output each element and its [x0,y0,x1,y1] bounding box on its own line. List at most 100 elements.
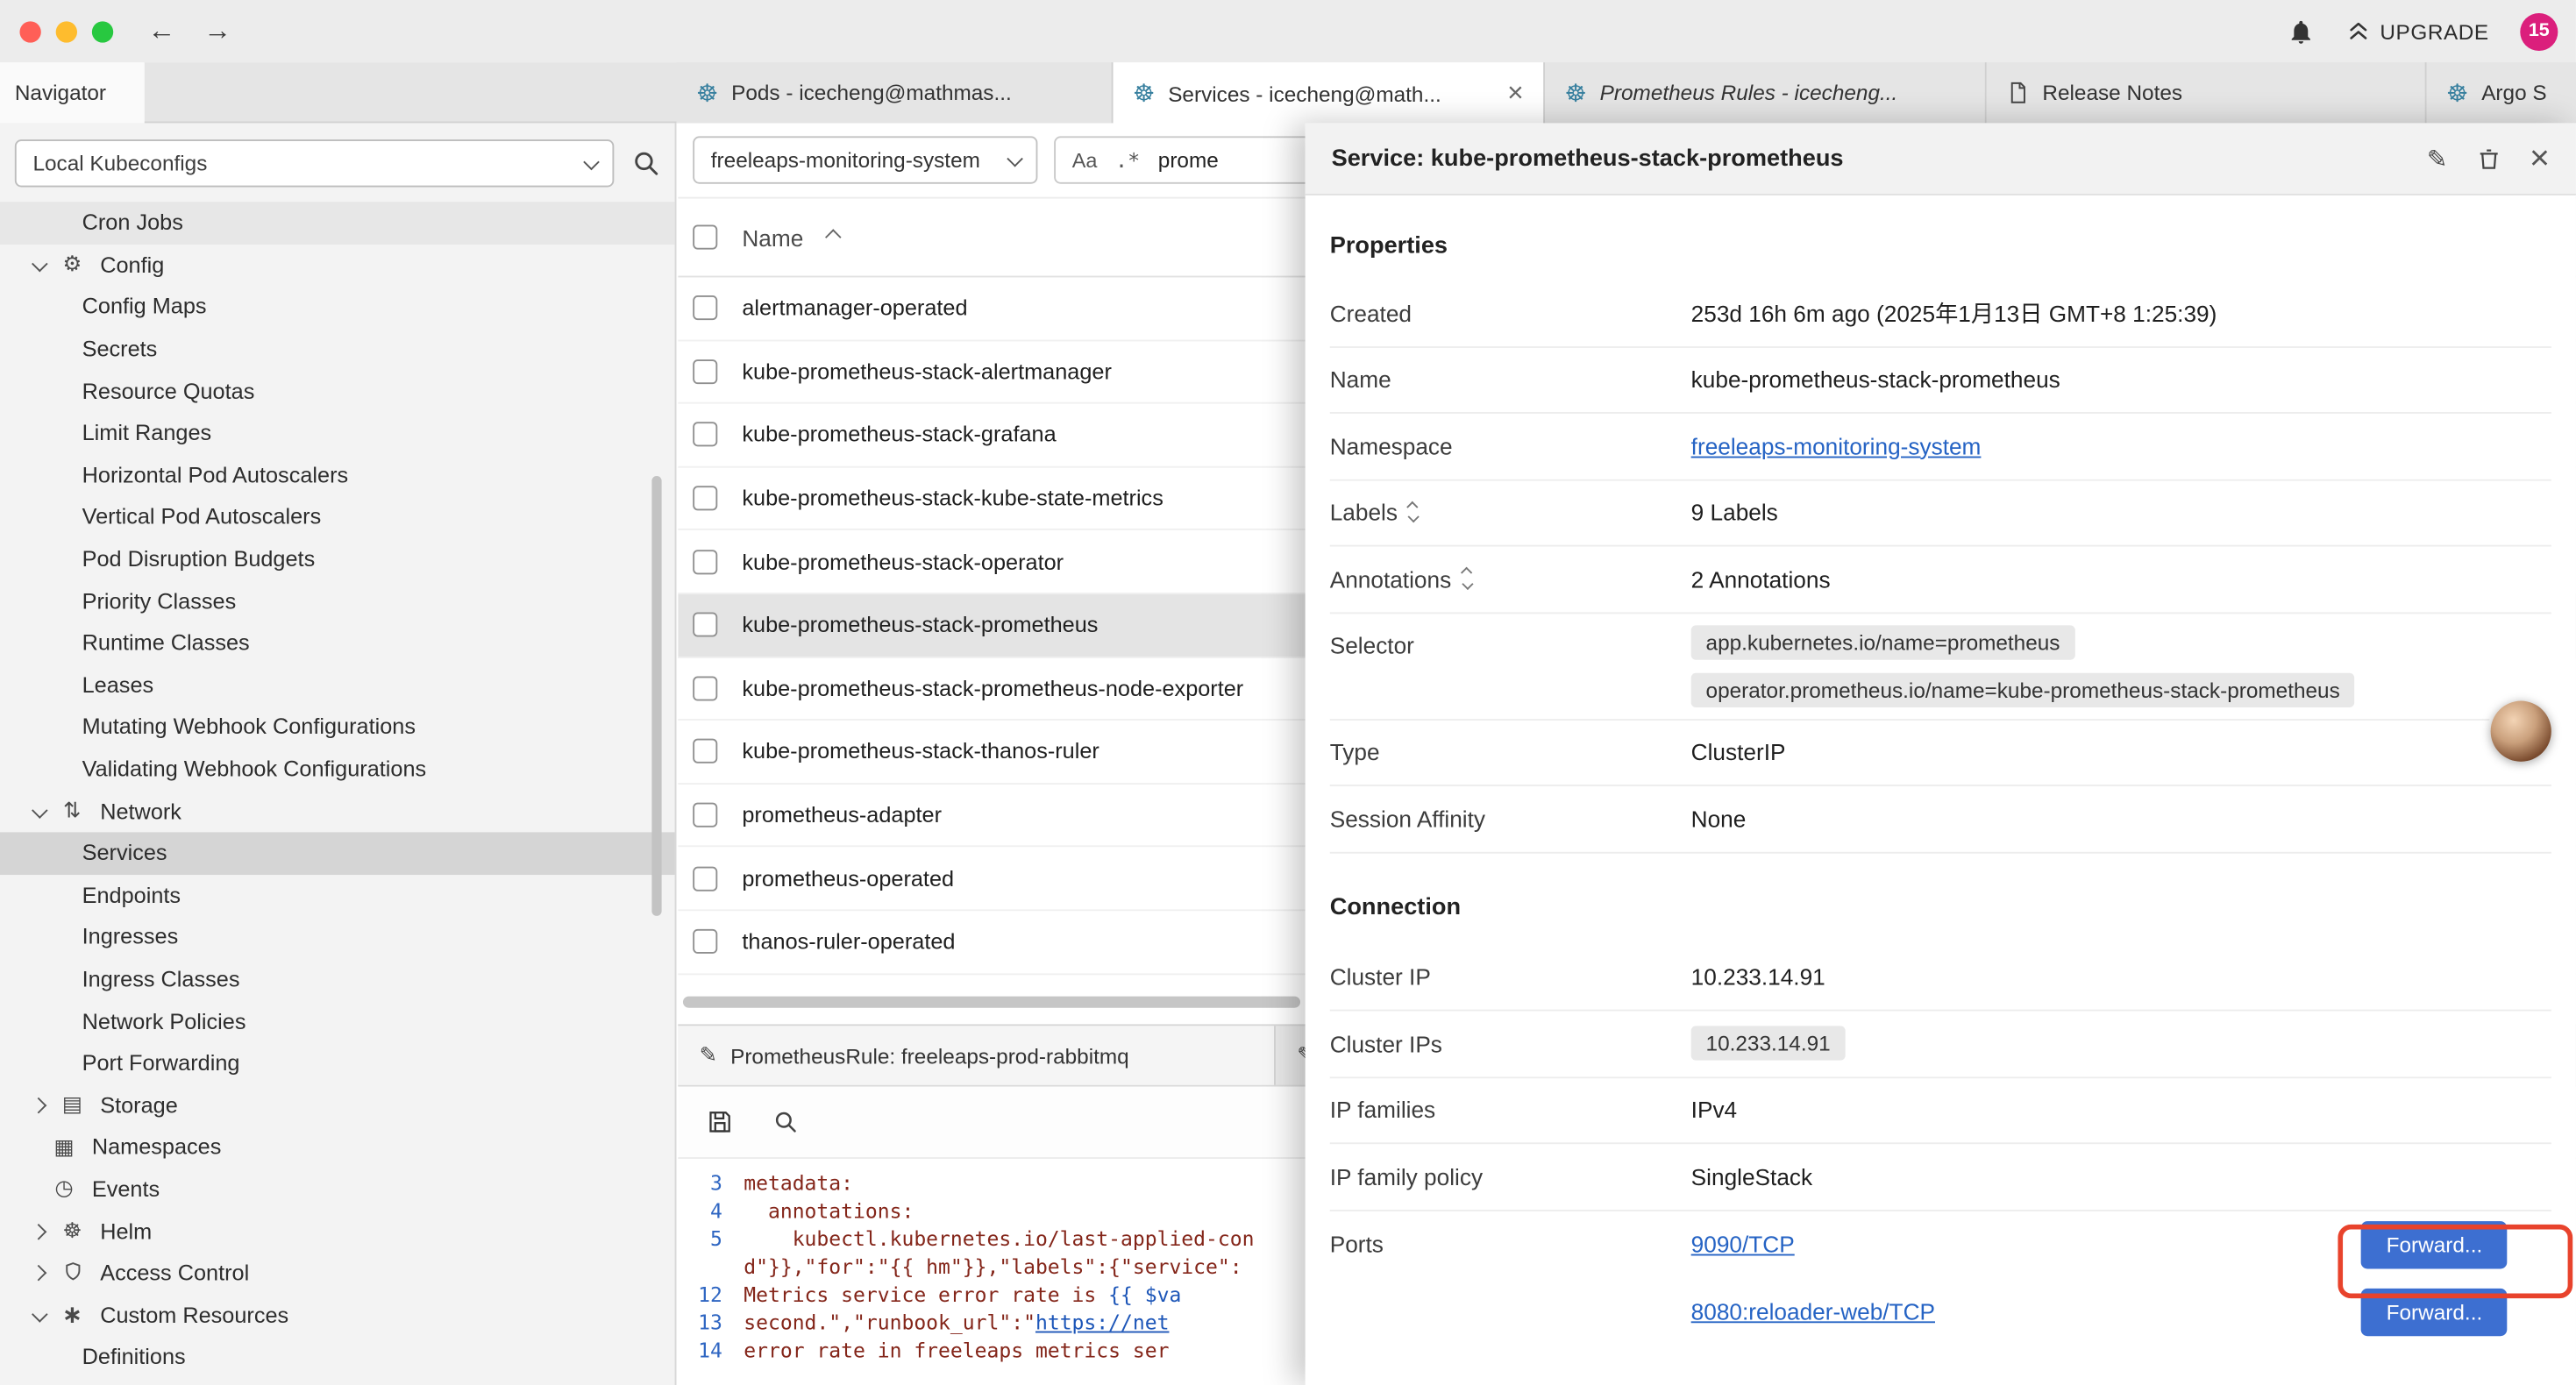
sidebar-item-horizontal-pod-autoscalers[interactable]: Horizontal Pod Autoscalers [0,454,675,496]
sidebar-item-label: Pod Disruption Budgets [82,547,316,572]
row-checkbox[interactable] [693,423,717,447]
line-number: 12 [678,1282,744,1310]
chevron-down-icon[interactable] [32,802,48,819]
row-checkbox[interactable] [693,676,717,700]
app-window: ← → UPGRADE 15 Navigator ☸ Pods - iceche… [0,0,2576,1385]
close-window-button[interactable] [19,20,40,41]
sidebar-item-config[interactable]: ⚙Config [0,244,675,286]
port-link[interactable]: 8080:reloader-web/TCP [1691,1298,1935,1325]
back-icon[interactable]: ← [148,15,176,47]
sidebar-item-namespaces[interactable]: ▦Namespaces [0,1126,675,1168]
close-drawer-icon[interactable]: × [2530,141,2550,175]
sidebar-item-network-policies[interactable]: Network Policies [0,1000,675,1042]
search-query: prome [1158,148,1219,173]
row-checkbox[interactable] [693,296,717,321]
line-number: 3 [678,1170,744,1198]
name-column-header[interactable]: Name [742,224,803,251]
detail-label: Namespace [1330,433,1691,459]
detail-label: Annotations [1330,566,1451,593]
detail-label: Ports [1330,1231,1691,1257]
row-checkbox[interactable] [693,550,717,574]
row-checkbox[interactable] [693,739,717,764]
detail-label: IP family policy [1330,1163,1691,1190]
navigator-panel-tab[interactable]: Navigator [0,62,145,123]
namespace-link[interactable]: freeleaps-monitoring-system [1691,433,1982,459]
sidebar-item-secrets[interactable]: Secrets [0,328,675,370]
horizontal-scrollbar[interactable] [683,997,1300,1008]
trash-icon[interactable] [2475,146,2501,172]
match-case-toggle[interactable]: Aa [1072,148,1098,171]
row-checkbox[interactable] [693,929,717,954]
chevron-right-icon[interactable] [31,1265,47,1282]
row-checkbox[interactable] [693,866,717,891]
expand-toggle-icon[interactable] [1462,570,1469,588]
expand-toggle-icon[interactable] [1409,503,1416,522]
namespace-selector[interactable]: freeleaps-monitoring-system [693,136,1037,183]
edit-pencil-icon[interactable]: ✎ [2427,144,2448,174]
notification-count-badge[interactable]: 15 [2520,12,2558,50]
zoom-window-button[interactable] [92,20,113,41]
sidebar-item-events[interactable]: ◷Events [0,1168,675,1211]
close-tab-icon[interactable]: × [1507,77,1524,110]
sidebar-item-resource-quotas[interactable]: Resource Quotas [0,370,675,412]
sidebar-item-services[interactable]: Services [0,832,675,874]
sidebar-item-endpoints[interactable]: Endpoints [0,874,675,916]
dock-tab-prometheusrule[interactable]: ✎ PrometheusRule: freeleaps-prod-rabbitm… [678,1026,1276,1084]
tab-pods[interactable]: ☸ Pods - icecheng@mathmas... [676,62,1113,123]
chevron-down-icon[interactable] [32,1306,48,1323]
sidebar-item-pod-disruption-budgets[interactable]: Pod Disruption Budgets [0,538,675,580]
sidebar-item-mutating-webhook-configurations[interactable]: Mutating Webhook Configurations [0,706,675,748]
kubeconfig-selector[interactable]: Local Kubeconfigs [15,138,614,186]
sidebar-scrollbar[interactable] [651,476,661,916]
sort-ascending-icon[interactable] [826,229,843,245]
forward-icon[interactable]: → [203,15,231,47]
selector-chip: app.kubernetes.io/name=prometheus [1691,624,2075,658]
tab-argo[interactable]: ☸ Argo S [2427,62,2576,123]
sidebar-item-custom-resources[interactable]: ∗Custom Resources [0,1294,675,1336]
chevron-right-icon[interactable] [31,1223,47,1239]
row-checkbox[interactable] [693,359,717,384]
row-checkbox[interactable] [693,486,717,510]
sidebar-item-ingress-classes[interactable]: Ingress Classes [0,958,675,1000]
port-link[interactable]: 9090/TCP [1691,1231,1795,1257]
sidebar-item-helm[interactable]: ☸Helm [0,1211,675,1253]
minimize-window-button[interactable] [56,20,77,41]
code-text: kubectl.kubernetes.io/last-applied-con [744,1226,1254,1254]
sidebar-item-vertical-pod-autoscalers[interactable]: Vertical Pod Autoscalers [0,496,675,538]
save-button[interactable] [706,1108,734,1136]
sidebar-item-access-control[interactable]: Access Control [0,1252,675,1294]
sidebar-item-priority-classes[interactable]: Priority Classes [0,580,675,622]
select-all-checkbox[interactable] [693,225,717,250]
chevron-down-icon[interactable] [32,256,48,273]
sidebar-item-ingresses[interactable]: Ingresses [0,916,675,958]
sidebar-item-limit-ranges[interactable]: Limit Ranges [0,412,675,454]
sidebar-item-definitions[interactable]: Definitions [0,1336,675,1378]
line-number: 5 [678,1226,744,1254]
row-checkbox[interactable] [693,613,717,637]
editor-search-icon[interactable] [773,1110,798,1134]
resource-tree: Cron Jobs ⚙Config Config Maps Secrets Re… [0,202,675,1378]
tab-prometheus-rules[interactable]: ☸ Prometheus Rules - icecheng... [1545,62,1987,123]
forward-port-button[interactable]: Forward... [2362,1288,2508,1335]
sidebar-item-validating-webhook-configurations[interactable]: Validating Webhook Configurations [0,748,675,790]
navigator-search-icon[interactable] [632,148,660,176]
sidebar-item-network[interactable]: ⇅Network [0,790,675,832]
sidebar-item-cron-jobs[interactable]: Cron Jobs [0,202,675,244]
row-checkbox[interactable] [693,803,717,827]
regex-toggle[interactable]: .* [1115,148,1140,173]
tab-label: Prometheus Rules - icecheng... [1600,81,1898,105]
tab-release-notes[interactable]: Release Notes [1987,62,2427,123]
chevron-right-icon[interactable] [31,1097,47,1113]
sidebar-item-leases[interactable]: Leases [0,664,675,706]
detail-label: Cluster IPs [1330,1030,1691,1056]
sidebar-item-port-forwarding[interactable]: Port Forwarding [0,1042,675,1084]
user-avatar[interactable] [2491,701,2551,762]
forward-port-button[interactable]: Forward... [2362,1220,2508,1268]
detail-label: Labels [1330,500,1398,526]
tab-services[interactable]: ☸ Services - icecheng@math... × [1114,62,1545,124]
sidebar-item-storage[interactable]: ▤Storage [0,1084,675,1126]
sidebar-item-config-maps[interactable]: Config Maps [0,286,675,328]
notifications-bell-icon[interactable] [2287,18,2315,46]
upgrade-button[interactable]: UPGRADE [2345,19,2489,44]
sidebar-item-runtime-classes[interactable]: Runtime Classes [0,622,675,664]
